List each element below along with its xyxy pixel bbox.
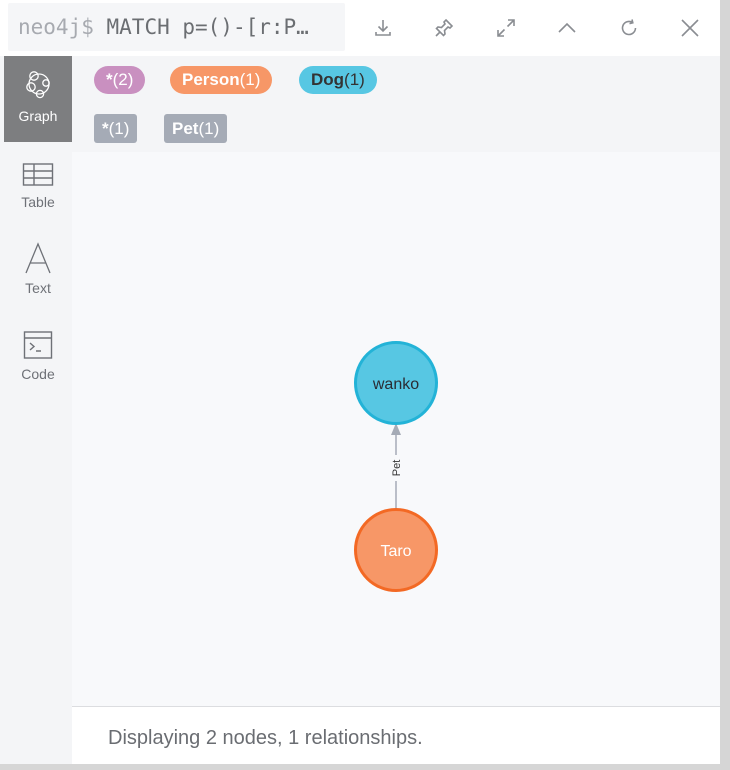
- legend-reltype-pet[interactable]: Pet(1): [164, 114, 228, 143]
- view-sidebar: Graph Table Text Code: [0, 56, 72, 764]
- legend-label-name: Person: [182, 70, 240, 89]
- legend-label-count: (1): [344, 70, 365, 89]
- rerun-button[interactable]: [607, 6, 651, 50]
- graph-canvas[interactable]: Pet wanko Taro: [72, 152, 720, 706]
- code-icon: [23, 331, 53, 359]
- query-text: MATCH p=()-[r:P…: [106, 15, 309, 39]
- graph-icon: [26, 71, 50, 99]
- sidebar-item-label: Graph: [18, 108, 58, 124]
- node-caption: Taro: [380, 543, 411, 560]
- node-taro[interactable]: Taro: [354, 508, 438, 592]
- legend: *(2) Person(1) Dog(1) *(1) Pet(1): [72, 56, 720, 152]
- relationship-pet[interactable]: Pet: [391, 423, 403, 508]
- node-wanko[interactable]: wanko: [354, 341, 438, 425]
- table-icon: [22, 163, 54, 186]
- node-caption: wanko: [372, 376, 419, 393]
- sidebar-item-code[interactable]: Code: [4, 314, 72, 400]
- legend-reltype-all[interactable]: *(1): [94, 114, 138, 143]
- sidebar-item-graph[interactable]: Graph: [4, 56, 72, 142]
- legend-reltype-count: (1): [108, 119, 130, 138]
- legend-label-name: *: [106, 70, 113, 89]
- collapse-icon: [558, 22, 576, 33]
- legend-label-dog[interactable]: Dog(1): [299, 66, 377, 94]
- text-icon: [25, 242, 51, 274]
- fullscreen-button[interactable]: [484, 6, 528, 50]
- refresh-icon: [621, 19, 637, 36]
- relationship-caption: Pet: [391, 460, 403, 477]
- legend-reltype-name: Pet: [172, 119, 199, 138]
- sidebar-item-label: Table: [21, 194, 55, 210]
- legend-label-count: (1): [239, 70, 261, 89]
- sidebar-item-text[interactable]: Text: [4, 228, 72, 314]
- graph-view: *(2) Person(1) Dog(1) *(1) Pet(1) Pet wa…: [72, 56, 720, 706]
- expand-icon: [497, 19, 515, 37]
- sidebar-item-table[interactable]: Table: [4, 142, 72, 228]
- legend-label-name: Dog: [311, 70, 345, 89]
- pin-icon: [435, 18, 454, 37]
- download-icon: [375, 20, 391, 36]
- prompt-text: neo4j$: [18, 15, 94, 39]
- legend-label-all[interactable]: *(2): [94, 66, 146, 94]
- legend-reltype-name: *: [102, 119, 109, 138]
- status-bar: Displaying 2 nodes, 1 relationships.: [72, 706, 720, 764]
- close-icon: [681, 19, 699, 37]
- legend-label-person[interactable]: Person(1): [170, 66, 273, 94]
- download-button[interactable]: [361, 6, 405, 50]
- frame-header: neo4j$ MATCH p=()-[r:P…: [0, 0, 720, 56]
- legend-reltype-count: (1): [198, 119, 220, 138]
- graph-svg[interactable]: Pet wanko Taro: [72, 152, 720, 706]
- pin-button[interactable]: [422, 6, 466, 50]
- status-text: Displaying 2 nodes, 1 relationships.: [108, 727, 423, 749]
- sidebar-item-label: Text: [25, 280, 51, 296]
- sidebar-item-label: Code: [21, 366, 55, 382]
- close-button[interactable]: [668, 6, 712, 50]
- legend-label-count: (2): [112, 70, 134, 89]
- result-frame: neo4j$ MATCH p=()-[r:P… Graph Table Text…: [0, 0, 720, 764]
- query-editor[interactable]: neo4j$ MATCH p=()-[r:P…: [8, 3, 345, 51]
- collapse-button[interactable]: [545, 6, 589, 50]
